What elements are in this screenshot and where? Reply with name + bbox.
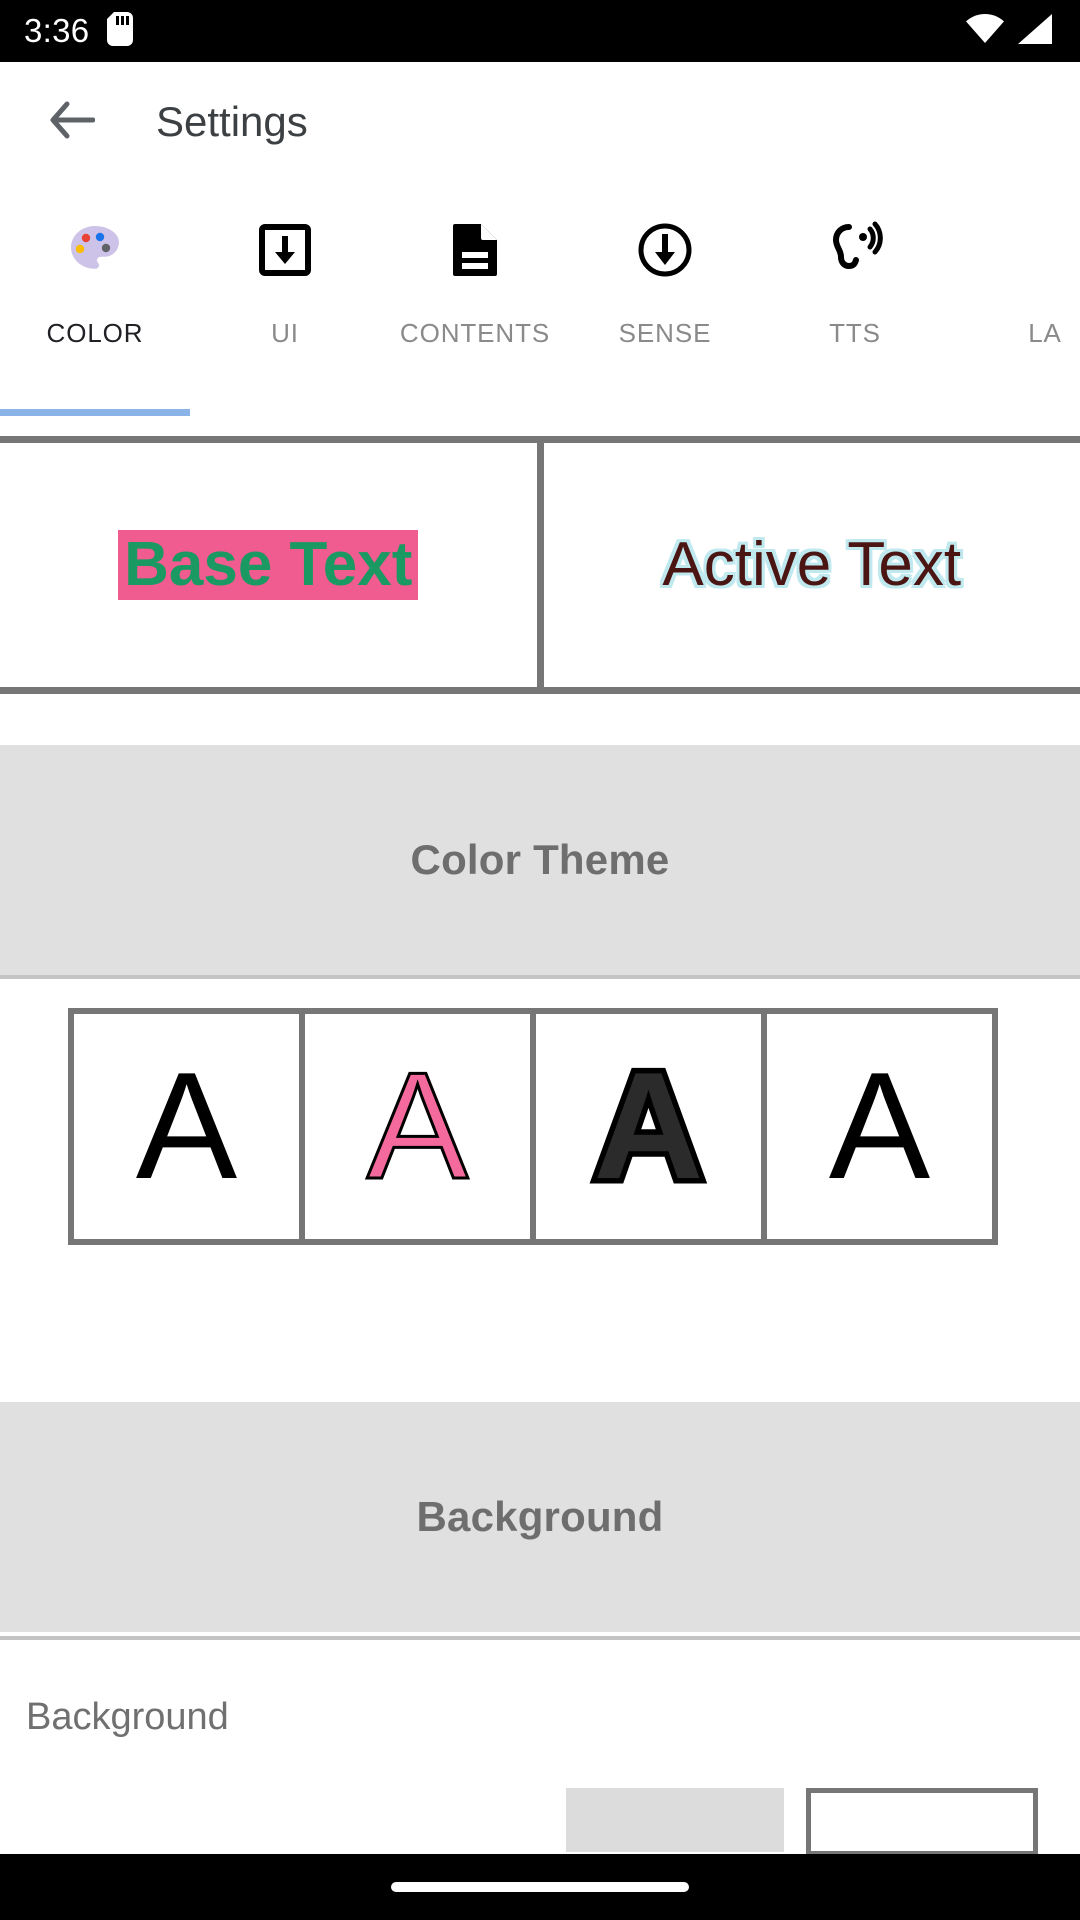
circle-down-arrow-icon xyxy=(637,218,693,282)
tab-ui[interactable]: UI xyxy=(190,182,380,392)
language-icon xyxy=(1019,218,1071,282)
document-icon xyxy=(449,218,501,282)
download-box-icon xyxy=(259,218,311,282)
page-title: Settings xyxy=(156,98,308,145)
phone-screen: 3:36 Settings COLOR UI CONTENTS SENSE TT… xyxy=(0,0,1080,1920)
app-bar: Settings xyxy=(0,62,1080,182)
base-text-sample: Base Text xyxy=(118,530,419,600)
tab-sense[interactable]: SENSE xyxy=(570,182,760,392)
color-theme-swatch-strip: A A A A xyxy=(68,1007,998,1245)
background-swatch-grey[interactable] xyxy=(566,1788,784,1852)
settings-tab-bar: COLOR UI CONTENTS SENSE TTS LA xyxy=(0,182,1080,434)
theme-swatch-4-glyph: A xyxy=(828,1041,931,1211)
tab-contents[interactable]: CONTENTS xyxy=(380,182,570,392)
tab-label-sense: SENSE xyxy=(618,318,712,348)
wifi-icon xyxy=(966,13,1004,49)
palette-icon xyxy=(66,218,124,282)
active-tab-indicator xyxy=(0,409,190,416)
theme-swatch-2-glyph: A xyxy=(365,1041,469,1211)
tab-label-color: COLOR xyxy=(46,318,144,348)
background-list-row[interactable]: Background xyxy=(0,1652,1080,1739)
theme-swatch-1[interactable]: A xyxy=(74,1013,299,1239)
background-swatch-white[interactable] xyxy=(806,1788,1038,1856)
back-arrow-icon xyxy=(49,100,96,145)
tab-label-tts: TTS xyxy=(829,318,881,348)
hearing-icon xyxy=(827,218,883,282)
tab-label-ui: UI xyxy=(271,318,299,348)
theme-swatch-4[interactable]: A xyxy=(767,1013,992,1239)
theme-swatch-3[interactable]: A xyxy=(536,1013,761,1239)
active-text-sample: Active Text xyxy=(662,530,962,600)
divider-background xyxy=(0,1636,1080,1640)
cellular-signal-icon xyxy=(1018,13,1054,49)
status-bar-left: 3:36 xyxy=(24,11,134,51)
text-preview-section: Base Text Active Text xyxy=(0,436,1080,700)
section-header-color-theme-label: Color Theme xyxy=(410,836,670,883)
section-header-background-label: Background xyxy=(416,1493,664,1540)
color-theme-swatch-area: A A A A xyxy=(0,985,1080,1245)
section-header-color-theme: Color Theme xyxy=(0,745,1080,975)
section-header-background: Background xyxy=(0,1402,1080,1632)
background-row-label: Background xyxy=(26,1696,229,1738)
status-clock: 3:36 xyxy=(24,12,90,49)
home-gesture-pill[interactable] xyxy=(391,1882,689,1892)
tab-color[interactable]: COLOR xyxy=(0,182,190,392)
tab-label-contents: CONTENTS xyxy=(399,318,551,348)
active-text-preview-card[interactable]: Active Text xyxy=(543,443,1080,687)
theme-swatch-3-glyph: A xyxy=(588,1041,709,1211)
tab-tts[interactable]: TTS xyxy=(760,182,950,392)
theme-swatch-1-glyph: A xyxy=(135,1041,238,1211)
system-navigation-bar xyxy=(0,1854,1080,1920)
theme-swatch-2[interactable]: A xyxy=(305,1013,530,1239)
tabs-row: COLOR UI CONTENTS SENSE TTS LA xyxy=(0,182,1080,392)
back-button[interactable] xyxy=(30,80,114,164)
status-bar: 3:36 xyxy=(0,0,1080,62)
base-text-preview-card[interactable]: Base Text xyxy=(0,443,537,687)
status-bar-right xyxy=(966,13,1054,49)
divider-color-theme xyxy=(0,975,1080,979)
tab-language[interactable]: LA xyxy=(950,182,1080,392)
sd-card-icon xyxy=(107,11,134,51)
tab-label-language: LA xyxy=(1028,318,1062,348)
preview-row: Base Text Active Text xyxy=(0,436,1080,694)
